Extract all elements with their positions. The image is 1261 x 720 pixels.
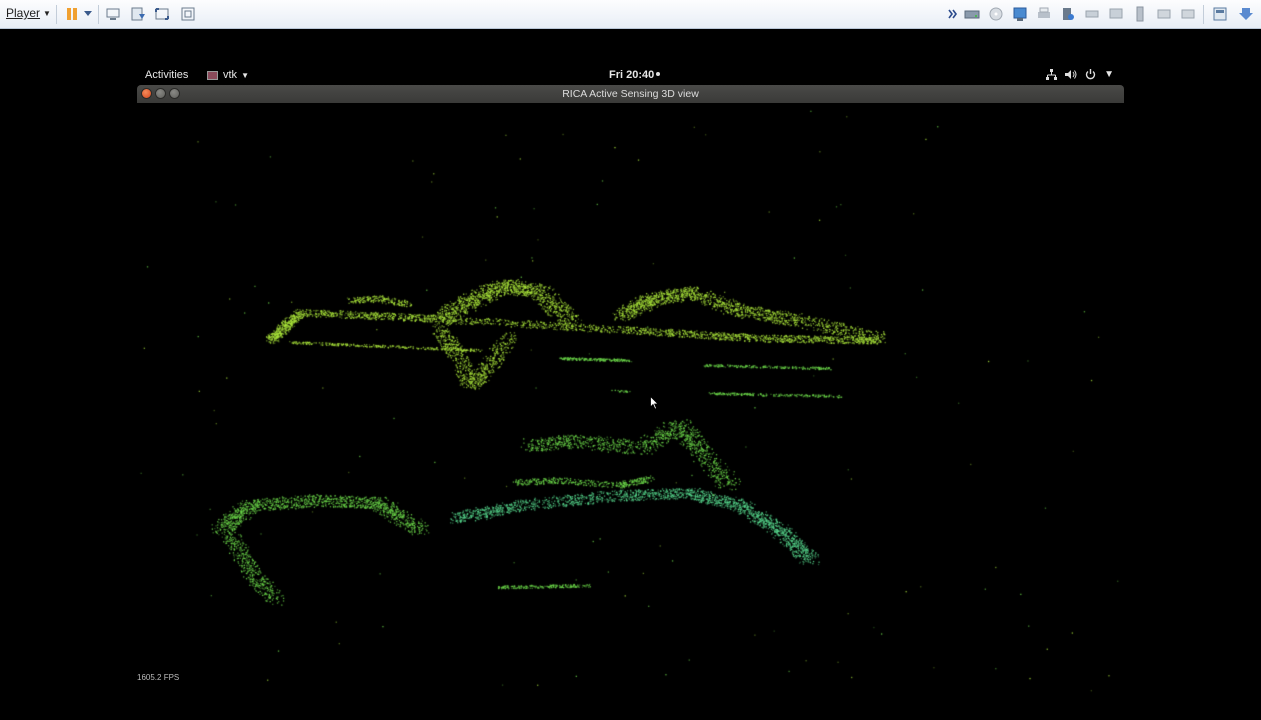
unity-button[interactable] xyxy=(179,5,197,23)
snapshot-button[interactable] xyxy=(129,5,147,23)
message-icon-2 xyxy=(1181,9,1195,19)
chevron-down-icon: ▼ xyxy=(1104,69,1114,80)
display-button[interactable] xyxy=(1107,5,1125,23)
pause-icon xyxy=(67,8,77,20)
clock-label: Fri 20:40 xyxy=(609,69,655,81)
snapshot-icon xyxy=(131,7,145,21)
toolbar-divider xyxy=(1203,5,1204,24)
download-button[interactable] xyxy=(1237,5,1255,23)
clock[interactable]: Fri 20:40 xyxy=(609,69,661,81)
power-icon xyxy=(1085,69,1096,80)
system-tray[interactable]: ▼ xyxy=(1046,69,1114,80)
usb-device-icon xyxy=(1085,10,1099,18)
expand-arrows-icon xyxy=(948,9,957,19)
notification-dot-icon xyxy=(656,72,661,76)
send-ctrl-alt-del-button[interactable] xyxy=(104,5,122,23)
usb-stick-icon xyxy=(1136,6,1144,22)
send-ctrl-alt-del-icon xyxy=(106,8,120,20)
app-menu-label: vtk xyxy=(223,69,238,81)
display-icon xyxy=(1109,8,1123,19)
vm-settings-icon xyxy=(1213,7,1227,21)
toolbar-divider xyxy=(98,5,99,24)
download-icon xyxy=(1239,8,1253,20)
sound-card-button[interactable] xyxy=(1059,5,1077,23)
chevron-down-icon: ▼ xyxy=(43,9,51,18)
hard-disk-icon xyxy=(964,10,980,19)
activities-button[interactable]: Activities xyxy=(145,69,188,81)
pause-dropdown-button[interactable] xyxy=(82,5,94,23)
vmware-toolbar: Player ▼ xyxy=(0,0,1261,29)
usb-stick-button[interactable] xyxy=(1131,5,1149,23)
hard-disk-button[interactable] xyxy=(963,5,981,23)
message-button-2[interactable] xyxy=(1179,5,1197,23)
message-button[interactable] xyxy=(1155,5,1173,23)
chevron-down-icon: ▼ xyxy=(241,70,249,80)
window-title: RICA Active Sensing 3D view xyxy=(562,88,699,100)
network-adapter-button[interactable] xyxy=(1011,5,1029,23)
message-icon xyxy=(1157,9,1171,19)
network-adapter-icon xyxy=(1013,7,1027,21)
unity-icon xyxy=(181,7,195,21)
cd-drive-icon xyxy=(989,7,1003,21)
printer-button[interactable] xyxy=(1035,5,1053,23)
player-menu[interactable]: Player ▼ xyxy=(6,6,51,20)
cd-drive-button[interactable] xyxy=(987,5,1005,23)
gnome-top-bar: Activities vtk ▼ Fri 20:40 ▼ xyxy=(137,66,1124,85)
toolbar-divider xyxy=(56,5,57,24)
pause-button[interactable] xyxy=(63,5,81,23)
app-menu[interactable]: vtk ▼ xyxy=(207,69,249,81)
vtk-3d-viewport[interactable] xyxy=(137,103,1124,693)
usb-device-button[interactable] xyxy=(1083,5,1101,23)
window-titlebar[interactable]: RICA Active Sensing 3D view xyxy=(137,85,1124,103)
fullscreen-button[interactable] xyxy=(153,5,171,23)
app-icon xyxy=(207,70,218,80)
fps-counter: 1605.2 FPS xyxy=(137,673,180,682)
dropdown-arrow-icon xyxy=(84,11,92,16)
mouse-cursor-icon xyxy=(650,396,659,410)
fullscreen-icon xyxy=(155,8,169,20)
printer-icon xyxy=(1038,7,1050,18)
network-wired-icon xyxy=(1046,69,1058,80)
expand-devices-button[interactable] xyxy=(946,5,960,23)
vm-settings-button[interactable] xyxy=(1211,5,1229,23)
point-cloud-canvas[interactable] xyxy=(137,103,1124,693)
volume-icon xyxy=(1065,70,1077,79)
sound-card-icon xyxy=(1063,8,1074,20)
player-menu-label: Player xyxy=(6,6,41,20)
